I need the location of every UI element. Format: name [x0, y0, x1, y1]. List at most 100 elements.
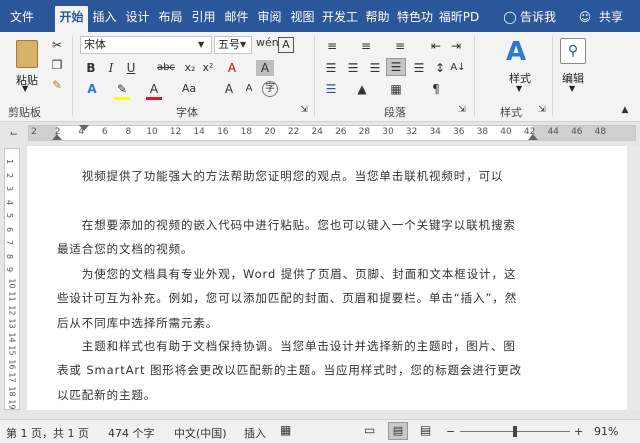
document-page[interactable]: 视频提供了功能强大的方法帮助您证明您的观点。当您单击联机视频时，可以 在想要添加… — [27, 146, 627, 410]
format-painter-icon[interactable]: ✎ — [50, 77, 64, 93]
bold-icon[interactable]: B — [84, 60, 98, 76]
justify-icon[interactable]: ☰ — [386, 58, 406, 76]
insert-mode-status[interactable]: 插入 — [244, 425, 266, 441]
grow-font-icon[interactable]: A — [222, 81, 236, 97]
clear-formatting-icon[interactable]: A — [224, 60, 240, 76]
tab-foxit-pdf[interactable]: 福昕PD — [436, 6, 482, 32]
increase-indent-icon[interactable]: ⇥ — [448, 38, 464, 54]
font-color-icon[interactable]: A — [146, 81, 162, 100]
decrease-indent-icon[interactable]: ⇤ — [428, 38, 444, 54]
change-case-icon[interactable]: Aa — [178, 81, 200, 97]
zoom-level[interactable]: 91% — [594, 425, 618, 438]
share-button[interactable]: 共享 — [594, 6, 628, 32]
strikethrough-icon[interactable]: abc — [154, 60, 178, 76]
language-status[interactable]: 中文(中国) — [174, 425, 227, 441]
word-count-status[interactable]: 474 个字 — [108, 425, 155, 441]
search-icon: ⚲ — [560, 38, 586, 64]
tab-design[interactable]: 设计 — [121, 6, 154, 32]
enclose-character-icon[interactable]: 字 — [262, 81, 278, 97]
ruler-tick-label: 40 — [500, 127, 512, 137]
chevron-down-icon[interactable]: ▼ — [198, 37, 204, 53]
tab-developer[interactable]: 开发工 — [319, 6, 361, 32]
dialog-launcher-icon[interactable]: ⇲ — [536, 102, 548, 118]
sort-icon[interactable]: A↓ — [450, 60, 466, 76]
web-layout-icon[interactable]: ▤ — [420, 423, 431, 437]
zoom-slider-handle[interactable] — [513, 426, 517, 437]
font-name-dropdown[interactable]: 宋体 — [80, 36, 212, 54]
font-size-dropdown[interactable]: 五号 — [214, 36, 252, 54]
tab-home[interactable]: 开始 — [55, 6, 88, 32]
ruler-tick-label: 14 — [193, 127, 205, 137]
shading-icon[interactable]: ▲ — [354, 81, 370, 97]
align-left-icon[interactable]: ☰ — [322, 60, 340, 76]
superscript-icon[interactable]: x² — [200, 60, 216, 76]
highlight-color-icon[interactable]: ✎ — [114, 81, 130, 100]
right-indent-marker[interactable] — [528, 134, 538, 140]
dialog-launcher-icon[interactable]: ⇲ — [456, 102, 468, 118]
shrink-font-icon[interactable]: A — [242, 81, 256, 97]
ruler-tick-label: 48 — [594, 127, 607, 137]
lightbulb-icon[interactable]: ◯ — [500, 6, 520, 32]
tab-review[interactable]: 审阅 — [253, 6, 286, 32]
align-right-icon[interactable]: ☰ — [366, 60, 384, 76]
tab-insert[interactable]: 插入 — [88, 6, 121, 32]
share-person-icon[interactable]: ☺ — [576, 6, 594, 32]
align-center-icon[interactable]: ☰ — [344, 60, 362, 76]
chevron-down-icon[interactable]: ▼ — [240, 37, 246, 53]
document-paragraph[interactable]: 在想要添加的视频的嵌入代码中进行粘贴。您也可以键入一个关键字以联机搜索最适合您的… — [57, 213, 527, 262]
group-divider — [72, 36, 73, 116]
copy-icon[interactable]: ❐ — [50, 57, 64, 73]
phonetic-guide-icon[interactable]: wén — [256, 35, 279, 51]
tab-selector-icon[interactable]: ⌙ — [8, 126, 20, 142]
tab-layout[interactable]: 布局 — [154, 6, 187, 32]
macro-record-icon[interactable]: ▦ — [280, 423, 291, 437]
dialog-launcher-icon[interactable]: ⇲ — [298, 102, 310, 118]
editing-button[interactable]: ⚲ 编辑 ▼ — [556, 36, 590, 96]
tab-special[interactable]: 特色功 — [394, 6, 436, 32]
print-layout-icon[interactable]: ▤ — [388, 422, 408, 440]
paste-button[interactable]: 粘贴 ▼ — [10, 38, 44, 93]
chinese-layout-icon[interactable]: ☰ — [322, 81, 340, 97]
read-mode-icon[interactable]: ▭ — [364, 423, 375, 437]
zoom-in-icon[interactable]: + — [574, 425, 583, 438]
hanging-indent-marker[interactable] — [52, 134, 62, 140]
bullets-icon[interactable]: ≡ — [322, 38, 342, 54]
clipboard-group-label: 剪贴板 — [8, 106, 41, 119]
subscript-icon[interactable]: x₂ — [182, 60, 198, 76]
text-effects-icon[interactable]: A — [84, 81, 100, 97]
document-paragraph[interactable]: 视频提供了功能强大的方法帮助您证明您的观点。当您单击联机视频时，可以 — [57, 164, 527, 188]
vruler-tick-label: 16 — [7, 358, 17, 370]
vruler-tick-label: 4 — [5, 199, 15, 205]
multilevel-list-icon[interactable]: ≡ — [390, 38, 410, 54]
vertical-scrollbar[interactable] — [627, 146, 640, 410]
vertical-ruler[interactable]: 1 2 3 4 5 6 7 8 9 10 11 12 13 14 15 16 17 18 19 — [4, 148, 20, 410]
cut-icon[interactable]: ✂ — [50, 37, 64, 53]
character-shading-icon[interactable]: A — [256, 60, 274, 76]
document-paragraph[interactable]: 主题和样式也有助于文档保持协调。当您单击设计并选择新的主题时，图片、图表或 Sm… — [57, 334, 527, 407]
horizontal-ruler[interactable]: 2 2 4 6 8 10 12 14 16 18 20 22 24 26 28 30 32 34 36 38 40 42 4… — [28, 125, 636, 141]
tab-file[interactable]: 文件 — [4, 6, 40, 32]
distributed-icon[interactable]: ☰ — [410, 60, 428, 76]
vruler-tick-label: 13 — [7, 318, 17, 329]
zoom-out-icon[interactable]: − — [446, 425, 455, 438]
numbering-icon[interactable]: ≡ — [356, 38, 376, 54]
vruler-tick-label: 10 — [7, 277, 17, 289]
tab-references[interactable]: 引用 — [187, 6, 220, 32]
underline-icon[interactable]: U — [124, 60, 138, 76]
character-border-icon[interactable]: A — [278, 37, 294, 53]
tab-mailings[interactable]: 邮件 — [220, 6, 253, 32]
ruler-tick-label: 26 — [335, 127, 347, 137]
page-count-status[interactable]: 第 1 页，共 1 页 — [6, 425, 89, 441]
collapse-ribbon-icon[interactable]: ▲ — [618, 102, 632, 118]
show-hide-marks-icon[interactable]: ¶ — [428, 81, 444, 97]
chevron-down-icon: ▼ — [516, 84, 523, 93]
tab-help[interactable]: 帮助 — [361, 6, 394, 32]
tell-me-box[interactable]: 告诉我 — [518, 6, 558, 32]
styles-button[interactable]: A 样式 ▼ — [500, 36, 540, 96]
document-paragraph[interactable]: 为使您的文档具有专业外观，Word 提供了页眉、页脚、封面和文本框设计，这些设计… — [57, 262, 527, 335]
first-line-indent-marker[interactable] — [79, 125, 89, 131]
borders-icon[interactable]: ▦ — [388, 81, 404, 97]
italic-icon[interactable]: I — [104, 60, 118, 76]
tab-view[interactable]: 视图 — [286, 6, 319, 32]
line-spacing-icon[interactable]: ↕ — [432, 60, 448, 76]
